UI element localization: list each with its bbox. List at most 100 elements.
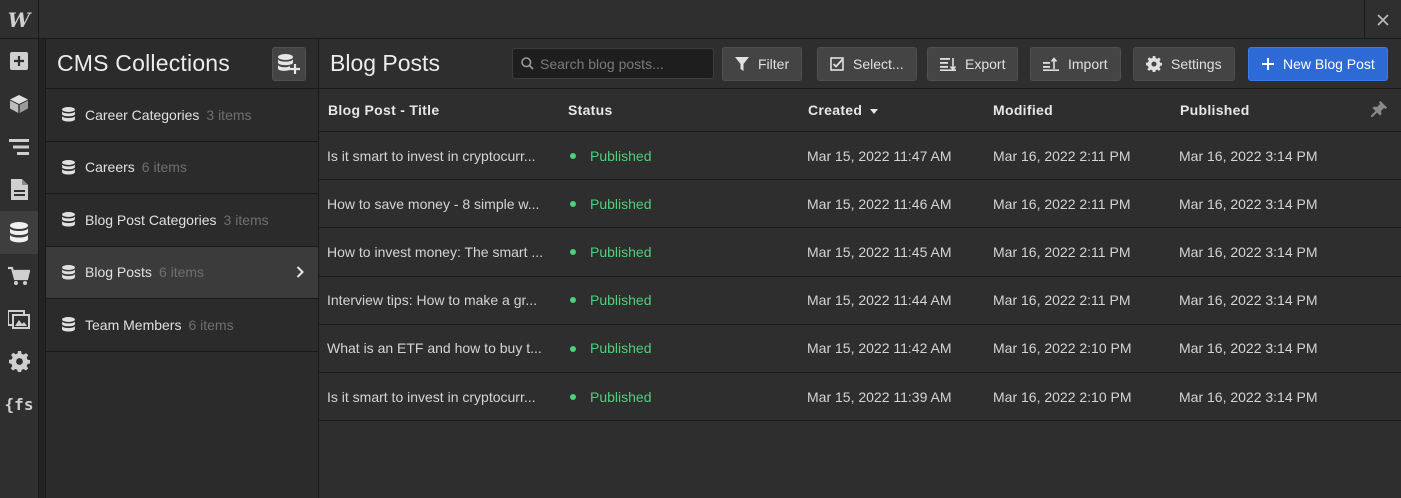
cart-icon: [8, 266, 30, 285]
cell-modified: Mar 16, 2022 2:10 PM: [993, 388, 1132, 405]
cell-created: Mar 15, 2022 11:47 AM: [807, 147, 952, 164]
database-icon: [62, 212, 75, 227]
add-collection-button[interactable]: [272, 46, 306, 81]
status-dot: [570, 249, 576, 256]
top-bar: W: [0, 0, 1401, 39]
column-header-created[interactable]: Created: [808, 102, 879, 118]
add-icon: [10, 51, 28, 70]
collection-item-careers[interactable]: Careers 6 items: [46, 142, 318, 194]
cell-published: Mar 16, 2022 3:14 PM: [1179, 340, 1318, 357]
status-dot: [570, 201, 576, 208]
new-blog-post-button[interactable]: New Blog Post: [1248, 47, 1388, 81]
search-input[interactable]: [540, 55, 700, 72]
ecommerce-button[interactable]: [0, 254, 38, 297]
collection-name: Careers: [85, 159, 135, 176]
finsweet-button[interactable]: {fs: [0, 383, 38, 426]
cell-title: What is an ETF and how to buy t...: [327, 340, 542, 357]
fs-icon: {fs: [4, 395, 34, 414]
new-blog-post-label: New Blog Post: [1283, 56, 1375, 72]
select-label: Select...: [853, 56, 904, 72]
collection-name: Blog Post Categories: [85, 211, 217, 228]
pages-button[interactable]: [0, 168, 38, 211]
cell-published: Mar 16, 2022 3:14 PM: [1179, 147, 1318, 164]
close-button[interactable]: [1364, 0, 1401, 39]
collection-item-blog-post-categories[interactable]: Blog Post Categories 3 items: [46, 194, 318, 247]
export-icon: [940, 58, 956, 71]
status-dot: [570, 393, 576, 400]
cell-status: Published: [570, 340, 652, 356]
cell-modified: Mar 16, 2022 2:11 PM: [993, 195, 1131, 212]
cell-modified: Mar 16, 2022 2:11 PM: [993, 147, 1131, 164]
column-header-published[interactable]: Published: [1180, 102, 1250, 118]
close-icon: [1377, 13, 1389, 26]
export-button[interactable]: Export: [927, 47, 1019, 81]
cube-icon: [10, 94, 28, 113]
column-header-created-label: Created: [808, 102, 863, 118]
table-row[interactable]: What is an ETF and how to buy t... Publi…: [319, 325, 1401, 373]
collection-count: 6 items: [158, 264, 205, 281]
cell-modified: Mar 16, 2022 2:11 PM: [993, 292, 1131, 309]
search-box[interactable]: [512, 48, 714, 79]
collection-name: Career Categories: [85, 106, 200, 123]
cell-title: How to invest money: The smart ...: [327, 243, 544, 260]
import-button[interactable]: Import: [1030, 47, 1121, 81]
select-button[interactable]: Select...: [817, 47, 917, 81]
status-dot: [570, 345, 576, 352]
status-dot: [570, 297, 576, 304]
logo-text: W: [7, 7, 31, 32]
filter-button[interactable]: Filter: [722, 47, 803, 81]
settings-rail-button[interactable]: [0, 340, 38, 383]
status-text: Published: [590, 147, 652, 164]
assets-button[interactable]: [0, 297, 38, 340]
cell-modified: Mar 16, 2022 2:11 PM: [993, 243, 1131, 260]
cms-button[interactable]: [0, 211, 38, 254]
cell-title: Interview tips: How to make a gr...: [327, 292, 538, 309]
page-title: Blog Posts: [330, 50, 440, 76]
collection-item-career-categories[interactable]: Career Categories 3 items: [46, 89, 318, 142]
page-icon: [10, 179, 28, 200]
column-header-title[interactable]: Blog Post - Title: [328, 102, 439, 118]
database-add-icon: [278, 53, 300, 74]
main-header: Blog Posts Filter Select... Export Impor…: [319, 39, 1401, 89]
table-row[interactable]: Is it smart to invest in cryptocurr... P…: [319, 373, 1401, 422]
table-row[interactable]: Is it smart to invest in cryptocurr... P…: [319, 132, 1401, 181]
add-panel-button[interactable]: [0, 39, 38, 82]
pin-button[interactable]: [1371, 101, 1387, 120]
export-label: Export: [965, 56, 1006, 72]
left-rail: {fs: [0, 39, 39, 498]
cell-created: Mar 15, 2022 11:46 AM: [807, 195, 952, 212]
cell-published: Mar 16, 2022 3:14 PM: [1179, 388, 1318, 405]
column-header-status[interactable]: Status: [568, 102, 613, 118]
collection-name: Blog Posts: [85, 264, 152, 281]
collection-count: 6 items: [188, 316, 234, 333]
main-panel: Blog Posts Filter Select... Export Impor…: [319, 39, 1401, 498]
status-text: Published: [590, 292, 652, 309]
database-icon: [62, 264, 75, 280]
navigator-button[interactable]: [0, 125, 38, 168]
table-row[interactable]: Interview tips: How to make a gr... Publ…: [319, 277, 1401, 325]
cell-modified: Mar 16, 2022 2:10 PM: [993, 340, 1132, 357]
table-row[interactable]: How to save money - 8 simple w... Publis…: [319, 180, 1401, 229]
navigator-icon: [9, 138, 29, 155]
collection-item-blog-posts[interactable]: Blog Posts 6 items: [46, 246, 318, 299]
checkbox-icon: [830, 57, 844, 71]
webflow-logo[interactable]: W: [0, 0, 39, 39]
settings-button[interactable]: Settings: [1133, 47, 1235, 81]
cell-created: Mar 15, 2022 11:45 AM: [807, 243, 952, 260]
cell-published: Mar 16, 2022 3:14 PM: [1179, 195, 1318, 212]
collections-header: CMS Collections: [46, 39, 318, 89]
status-text: Published: [590, 195, 652, 212]
collection-item-team-members[interactable]: Team Members 6 items: [46, 299, 318, 352]
column-header-modified[interactable]: Modified: [993, 102, 1053, 118]
table-row[interactable]: How to invest money: The smart ... Publi…: [319, 228, 1401, 277]
search-icon: [521, 57, 534, 70]
symbols-button[interactable]: [0, 82, 38, 125]
filter-label: Filter: [758, 56, 790, 72]
database-icon: [10, 222, 28, 243]
cell-published: Mar 16, 2022 3:14 PM: [1179, 243, 1318, 260]
cell-status: Published: [570, 292, 652, 308]
cell-status: Published: [570, 389, 652, 405]
import-label: Import: [1068, 56, 1108, 72]
cell-title: Is it smart to invest in cryptocurr...: [327, 388, 536, 405]
table-header: Blog Post - Title Status Created Modifie…: [319, 89, 1401, 132]
